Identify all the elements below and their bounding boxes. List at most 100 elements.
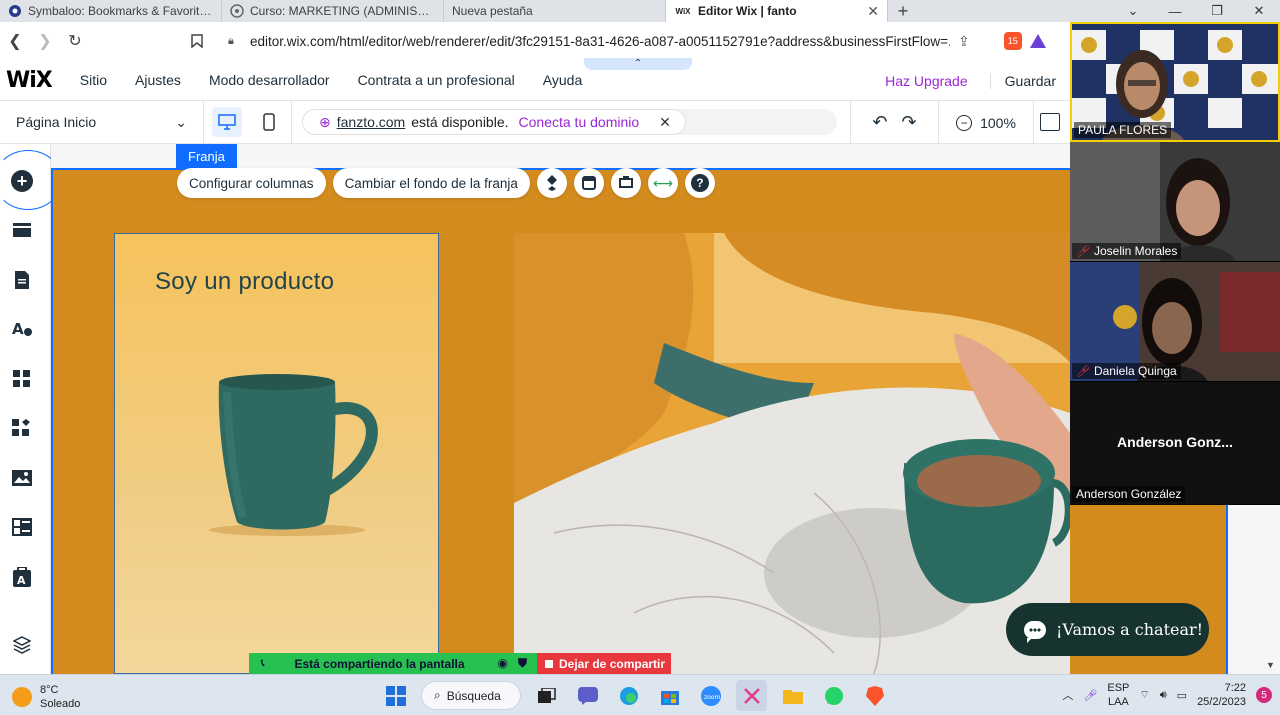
reload-icon[interactable]: ↻ — [60, 26, 90, 56]
product-photo[interactable] — [514, 233, 1070, 674]
store-icon[interactable] — [654, 680, 685, 711]
microphone-icon[interactable]: 🎤︎ — [1083, 689, 1097, 702]
windows-start-icon[interactable] — [380, 680, 411, 711]
teams-chat-icon[interactable] — [572, 680, 603, 711]
business-icon[interactable] — [11, 417, 33, 439]
scroll-down-icon[interactable]: ▼ — [1266, 660, 1275, 670]
save-button[interactable]: Guardar — [989, 72, 1056, 89]
wix-logo[interactable]: WiX — [6, 68, 53, 93]
cms-icon[interactable] — [11, 516, 33, 538]
chevron-up-icon[interactable]: ︿ — [1062, 687, 1073, 703]
close-icon[interactable]: ✕ — [659, 114, 671, 131]
wix-icon: WiX — [675, 6, 691, 16]
product-card[interactable]: Soy un producto — [114, 233, 439, 674]
chat-button[interactable]: ¡Vamos a chatear! — [1006, 603, 1209, 656]
tab-curso-marketing[interactable]: Curso: MARKETING (ADMINISTRACIÓN — [222, 0, 444, 22]
wifi-icon[interactable]: ⌔ — [1139, 688, 1149, 702]
sharing-status-text: Está compartiendo la pantalla — [294, 656, 465, 671]
zoom-control[interactable]: − 100% — [938, 101, 1034, 144]
canvas-margin-right — [1226, 505, 1280, 674]
brave-shield-icon[interactable]: 15 — [1003, 32, 1022, 50]
chat-label: ¡Vamos a chatear! — [1056, 620, 1204, 639]
participant-name: 🎤︎ Daniela Quinga — [1072, 363, 1181, 379]
notification-badge[interactable]: 5 — [1256, 687, 1272, 703]
redo-icon[interactable]: ↷ — [902, 112, 917, 133]
sections-icon[interactable] — [11, 219, 33, 241]
back-icon[interactable]: ❮ — [0, 26, 30, 56]
apps-icon[interactable] — [11, 368, 33, 390]
configure-columns-button[interactable]: Configurar columnas — [177, 168, 326, 198]
add-elements-icon[interactable]: + — [11, 170, 33, 192]
layers-panel-icon[interactable] — [1040, 113, 1060, 131]
stretch-icon[interactable]: ⟷ — [647, 168, 678, 198]
upgrade-button[interactable]: Haz Upgrade — [885, 73, 968, 89]
layers-icon[interactable] — [11, 634, 33, 656]
close-window-icon[interactable]: ✕ — [1238, 0, 1280, 22]
pages-icon[interactable] — [11, 269, 33, 291]
chat-bubble-icon — [1024, 620, 1046, 643]
connect-domain-link[interactable]: Conecta tu dominio — [519, 114, 640, 130]
moodle-icon — [230, 4, 244, 18]
wix-ascend-icon[interactable]: A — [11, 566, 33, 588]
weather-widget[interactable]: 8°C Soleado — [12, 683, 80, 711]
share-icon[interactable]: ⇪ — [958, 33, 970, 50]
url-text: editor.wix.com/html/editor/web/renderer/… — [250, 33, 950, 49]
speaker-icon[interactable]: 🔊︎ — [1160, 689, 1167, 702]
task-view-icon[interactable] — [531, 680, 562, 711]
chevron-down-icon[interactable]: ⌄ — [1112, 0, 1154, 22]
video-tile[interactable]: 🎤︎ Joselin Morales — [1070, 142, 1280, 262]
new-tab-button[interactable]: + — [888, 0, 918, 22]
page-selector[interactable]: Página Inicio ⌄ — [0, 100, 204, 144]
tab-symbaloo[interactable]: Symbaloo: Bookmarks & Favorites - Th — [0, 0, 222, 22]
undo-icon[interactable]: ↶ — [872, 112, 887, 133]
menu-sitio[interactable]: Sitio — [80, 72, 107, 88]
menu-modo-desarrollador[interactable]: Modo desarrollador — [209, 72, 330, 88]
language-indicator[interactable]: ESP LAA — [1107, 681, 1129, 709]
zoom-icon[interactable]: zoom — [695, 680, 726, 711]
animation-icon[interactable] — [536, 168, 567, 198]
change-strip-background-button[interactable]: Cambiar el fondo de la franja — [332, 168, 530, 198]
url-field[interactable]: 🔒︎ editor.wix.com/html/editor/web/render… — [182, 26, 982, 56]
media-icon[interactable] — [11, 467, 33, 489]
stop-sharing-button[interactable]: Dejar de compartir — [537, 653, 671, 674]
wix-top-bar: ⌃ WiX Sitio Ajustes Modo desarrollador C… — [0, 58, 1070, 101]
collapse-toolbar-button[interactable]: ⌃ — [584, 58, 692, 70]
video-tile[interactable]: PAULA FLORES — [1070, 22, 1280, 142]
desktop-icon[interactable] — [211, 107, 242, 137]
stop-sharing-label: Dejar de compartir — [559, 656, 666, 671]
video-tile[interactable]: Anderson Gonz... Anderson González — [1070, 382, 1280, 505]
battery-icon[interactable]: ▭ — [1177, 689, 1187, 702]
participant-name: PAULA FLORES — [1074, 122, 1172, 138]
forward-icon[interactable]: ❯ — [30, 26, 60, 56]
design-icon[interactable]: A — [11, 318, 33, 340]
menu-ajustes[interactable]: Ajustes — [135, 72, 181, 88]
domain-name[interactable]: fanzto.com — [337, 114, 405, 130]
page-selector-label: Página Inicio — [16, 114, 97, 130]
brave-icon[interactable] — [859, 680, 890, 711]
video-tile[interactable]: 🎤︎ Daniela Quinga — [1070, 262, 1280, 382]
mobile-icon[interactable] — [254, 107, 284, 137]
help-icon[interactable]: ? — [684, 168, 715, 198]
menu-contrata-profesional[interactable]: Contrata a un profesional — [358, 72, 515, 88]
layout-icon[interactable] — [573, 168, 604, 198]
restore-icon[interactable]: ❐ — [1196, 0, 1238, 22]
close-icon[interactable]: ✕ — [867, 3, 879, 20]
crop-icon[interactable] — [610, 168, 641, 198]
chevron-down-icon: ⌄ — [175, 113, 187, 130]
tab-editor-wix[interactable]: WiX Editor Wix | fanto ✕ — [666, 0, 888, 22]
snipping-tool-icon[interactable] — [736, 680, 767, 711]
brave-rewards-icon[interactable] — [1029, 34, 1046, 48]
mug-image — [207, 372, 392, 537]
clock[interactable]: 7:22 25/2/2023 — [1197, 681, 1246, 709]
minimize-icon[interactable]: — — [1154, 0, 1196, 22]
tab-nueva-pestana[interactable]: Nueva pestaña — [444, 0, 666, 22]
file-explorer-icon[interactable] — [777, 680, 808, 711]
strip-label: Franja — [176, 144, 237, 168]
taskbar-search[interactable]: ⌕ Búsqueda — [421, 681, 521, 710]
whatsapp-icon[interactable] — [818, 680, 849, 711]
product-title: Soy un producto — [155, 268, 335, 295]
edge-icon[interactable] — [613, 680, 644, 711]
menu-ayuda[interactable]: Ayuda — [543, 72, 582, 88]
tab-title: Editor Wix | fanto — [698, 4, 797, 18]
sun-icon — [12, 687, 32, 707]
